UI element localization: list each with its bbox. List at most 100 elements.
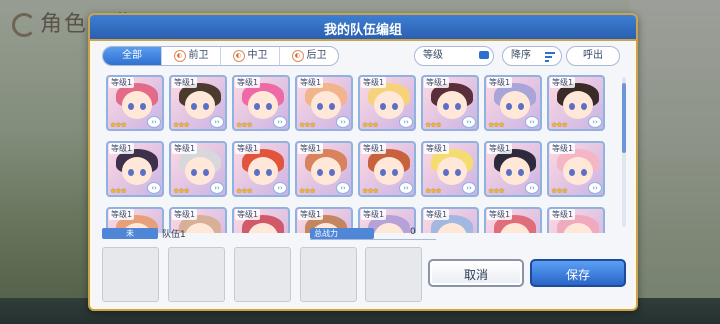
middle-position-icon: ◐ (232, 50, 245, 62)
dialog-title: 我的队伍编组 (323, 23, 402, 38)
party-slot-3[interactable] (234, 247, 291, 302)
character-card[interactable]: 等级1★★★›› (547, 207, 605, 233)
party-slot-5[interactable] (365, 247, 422, 302)
position-filter-tabs: 全部 ◐ 前卫 ◐ 中卫 ◐ 后卫 (102, 46, 339, 66)
sort-by-level-button[interactable]: 等级 (414, 46, 494, 66)
character-eye (203, 103, 209, 110)
character-face (248, 91, 278, 119)
character-card[interactable]: 等级1★★★›› (169, 75, 227, 131)
character-card[interactable]: 等级1★★★›› (358, 141, 416, 197)
character-eye (443, 169, 449, 176)
character-eye (191, 169, 197, 176)
character-level: 等级1 (424, 209, 450, 220)
party-slot-4[interactable] (300, 247, 357, 302)
character-eye (254, 103, 260, 110)
team-edit-dialog: 我的队伍编组 全部 ◐ 前卫 ◐ 中卫 ◐ 后卫 等级 降序 呼出 等级1 ★★★ ›› 等… (88, 13, 638, 311)
star-rating-icon: ★★★ (173, 121, 190, 129)
detail-arrow-icon: ›› (336, 182, 350, 194)
back-position-icon: ◐ (291, 50, 304, 62)
sort-order-button[interactable]: 降序 (502, 46, 562, 66)
character-eye (569, 103, 575, 110)
character-face (185, 157, 215, 185)
character-eye (128, 103, 134, 110)
character-eye (506, 169, 512, 176)
character-face (311, 91, 341, 119)
detail-arrow-icon: ›› (588, 116, 602, 128)
total-power-value: 0 (410, 227, 416, 237)
star-rating-icon: ★★★ (488, 121, 505, 129)
party-status-chip: 未 (102, 228, 158, 239)
character-card[interactable]: 等级1★★★›› (295, 75, 353, 131)
party-slot-2[interactable] (168, 247, 225, 302)
detail-arrow-icon: ›› (273, 182, 287, 194)
character-card[interactable]: 等级1★★★›› (547, 75, 605, 131)
detail-arrow-icon: ›› (399, 182, 413, 194)
call-out-button[interactable]: 呼出 (566, 46, 620, 66)
character-eye (191, 103, 197, 110)
grid-scrollbar[interactable] (622, 77, 626, 227)
star-rating-icon: ★★★ (173, 187, 190, 195)
character-level: 等级1 (361, 209, 387, 220)
detail-arrow-icon: ›› (462, 182, 476, 194)
character-card[interactable]: 等级1★★★›› (484, 75, 542, 131)
character-level: 等级1 (424, 143, 450, 154)
star-rating-icon: ★★★ (362, 187, 379, 195)
character-card[interactable]: 等级1★★★›› (232, 75, 290, 131)
character-level: 等级1 (361, 77, 387, 88)
character-card[interactable]: 等级1★★★›› (358, 75, 416, 131)
character-level: 等级1 (235, 209, 261, 220)
save-button[interactable]: 保存 (530, 259, 626, 287)
dialog-header: 我的队伍编组 (90, 15, 636, 41)
tab-front[interactable]: ◐ 前卫 (162, 47, 221, 65)
star-rating-icon: ★★★ (110, 121, 127, 129)
party-slot-1[interactable] (102, 247, 159, 302)
power-underline (310, 239, 436, 240)
star-rating-icon: ★★★ (488, 187, 505, 195)
character-eye (455, 103, 461, 110)
sort-descending-icon (545, 52, 555, 64)
character-eye (266, 169, 272, 176)
scrollbar-thumb[interactable] (622, 83, 626, 153)
character-card[interactable]: 等级1★★★›› (484, 141, 542, 197)
character-level: 等级1 (424, 77, 450, 88)
detail-arrow-icon: ›› (336, 116, 350, 128)
star-rating-icon: ★★★ (425, 187, 442, 195)
character-card[interactable]: 等级1★★★›› (106, 75, 164, 131)
character-face (185, 91, 215, 119)
character-eye (380, 169, 386, 176)
tab-all[interactable]: 全部 (103, 47, 162, 65)
character-eye (581, 169, 587, 176)
character-eye (203, 169, 209, 176)
character-card[interactable]: 等级1★★★›› (484, 207, 542, 233)
character-eye (392, 103, 398, 110)
character-face (374, 91, 404, 119)
character-eye (569, 169, 575, 176)
star-rating-icon: ★★★ (110, 187, 127, 195)
character-eye (518, 103, 524, 110)
character-face (122, 91, 152, 119)
character-card[interactable]: 等级1★★★›› (547, 141, 605, 197)
character-level: 等级1 (235, 77, 261, 88)
sort-type-icon (479, 51, 489, 59)
character-card[interactable]: 等级1★★★›› (232, 141, 290, 197)
character-level: 等级1 (172, 209, 198, 220)
character-card[interactable]: 等级1★★★›› (295, 141, 353, 197)
character-card[interactable]: 等级1 ★★★ ›› (421, 141, 479, 197)
character-level: 等级1 (550, 143, 576, 154)
character-eye (140, 169, 146, 176)
character-eye (443, 103, 449, 110)
character-eye (317, 103, 323, 110)
character-eye (266, 103, 272, 110)
character-card[interactable]: 等级1★★★›› (106, 141, 164, 197)
character-card[interactable]: 等级1★★★›› (421, 207, 479, 233)
tab-middle[interactable]: ◐ 中卫 (221, 47, 280, 65)
character-face (311, 157, 341, 185)
tab-back[interactable]: ◐ 后卫 (280, 47, 338, 65)
character-card[interactable]: 等级1★★★›› (421, 75, 479, 131)
character-card[interactable]: 等级1★★★›› (169, 141, 227, 197)
character-eye (392, 169, 398, 176)
cancel-button[interactable]: 取消 (428, 259, 524, 287)
star-rating-icon: ★★★ (551, 121, 568, 129)
character-level: 等级1 (172, 77, 198, 88)
character-eye (254, 169, 260, 176)
